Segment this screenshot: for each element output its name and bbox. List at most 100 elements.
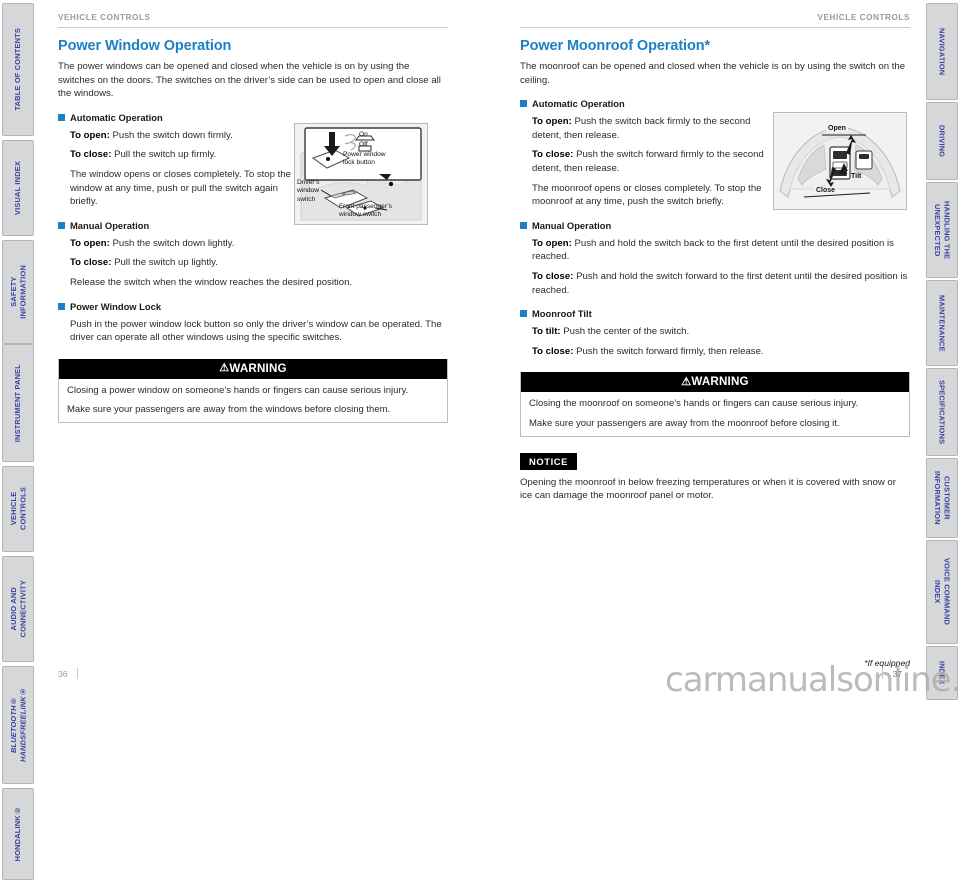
page-number-left: 36 — [58, 668, 68, 679]
figure-callout-drivers-window-switch: Driver’s window switch — [297, 179, 320, 203]
manual-note: Release the switch when the window reach… — [70, 276, 353, 288]
sidebar-tab-driving[interactable]: DRIVING — [926, 102, 958, 180]
to-open-text: Push the switch down firmly. — [109, 129, 233, 141]
subsection-automatic-operation-left: Automatic Operation — [58, 112, 448, 123]
left-tab-rail-continued: BLUETOOTH® HANDSFREELINK® HONDALINK® — [0, 0, 36, 880]
subsection-moonroof-tilt: Moonroof Tilt — [520, 308, 910, 319]
to-close-label: To close: — [70, 257, 112, 269]
figure-callout-front-passengers-window-switch: Front passenger’s window switch — [339, 203, 392, 219]
folio-right: 37 — [882, 668, 902, 679]
subsection-label: Manual Operation — [532, 219, 612, 231]
warning-heading-left: ⚠ WARNING — [59, 358, 447, 379]
to-close-text: Pull the switch up lightly. — [111, 257, 218, 269]
subsection-label: Moonroof Tilt — [532, 308, 592, 320]
sidebar-tab-customer-information[interactable]: CUSTOMER INFORMATION — [926, 458, 958, 538]
to-close-text: Pull the switch up firmly. — [111, 149, 217, 161]
bullet-square-icon — [58, 302, 65, 310]
to-close-line: To close: Pull the switch up lightly. — [70, 256, 448, 270]
figure-callout-off: Off — [359, 141, 368, 148]
subsection-power-window-lock: Power Window Lock — [58, 301, 448, 312]
subsection-automatic-operation-right: Automatic Operation — [520, 98, 910, 109]
header-rule-right — [520, 27, 910, 28]
right-tab-rail: NAVIGATION DRIVING HANDLING THE UNEXPECT… — [924, 0, 960, 703]
warning-body-right: Closing the moonroof on someone’s hands … — [521, 392, 909, 436]
to-close-line: To close: Push the switch forward firmly… — [532, 345, 910, 359]
warning-line: Make sure your passengers are away from … — [67, 403, 391, 415]
to-open-line: To open: Push the switch back firmly to … — [532, 115, 767, 142]
sidebar-tab-hondalink[interactable]: HONDALINK® — [2, 788, 34, 880]
folio-divider — [76, 668, 78, 679]
automatic-note: The moonroof opens or closes completely.… — [532, 182, 762, 208]
to-close-line: To close: Push the switch forward firmly… — [532, 148, 767, 175]
right-page-column: VEHICLE CONTROLS Power Moonroof Operatio… — [520, 0, 910, 668]
sidebar-tab-voice-command-index[interactable]: VOICE COMMAND INDEX — [926, 540, 958, 644]
intro-paragraph-left: The power windows can be opened and clos… — [58, 61, 441, 100]
sidebar-tab-label: HONDALINK® — [13, 806, 23, 862]
sidebar-tab-label: CUSTOMER INFORMATION — [933, 471, 952, 525]
sidebar-tab-label: HANDLING THE UNEXPECTED — [933, 200, 952, 260]
warning-body-left: Closing a power window on someone’s hand… — [59, 378, 447, 423]
warning-triangle-icon: ⚠ — [681, 375, 692, 388]
warning-box-left: ⚠ WARNING Closing a power window on someo… — [58, 358, 448, 424]
subsection-label: Automatic Operation — [532, 98, 625, 110]
to-tilt-label: To tilt: — [532, 326, 561, 338]
power-window-lock-body: Push in the power window lock button so … — [70, 318, 448, 345]
moonroof-tilt-body: To tilt: Push the center of the switch. … — [532, 325, 910, 358]
to-close-text: Push the switch forward firmly, then rel… — [573, 345, 764, 357]
to-open-text: Push the switch down lightly. — [109, 237, 235, 249]
site-watermark: carmanualsonline.info — [665, 660, 960, 700]
figure-callout-power-window-lock-button: Power window lock button — [343, 151, 386, 167]
warning-line: Closing a power window on someone’s hand… — [67, 384, 409, 396]
warning-heading-label: WARNING — [691, 375, 749, 389]
notice-badge: NOTICE — [520, 452, 578, 470]
manual-operation-body-right: To open: Push and hold the switch back t… — [532, 237, 910, 297]
to-close-text: Push and hold the switch forward to the … — [532, 270, 908, 296]
to-open-label: To open: — [532, 237, 572, 249]
sidebar-tab-label: MAINTENANCE — [937, 294, 947, 352]
warning-box-right: ⚠ WARNING Closing the moonroof on someone… — [520, 372, 910, 437]
sidebar-tab-handling-the-unexpected[interactable]: HANDLING THE UNEXPECTED — [926, 182, 958, 278]
power-window-switch-illustration: On Off Power window lock button Driver’s… — [294, 123, 428, 225]
to-open-label: To open: — [532, 116, 572, 128]
bullet-square-icon — [58, 113, 65, 121]
to-open-line: To open: Push the switch down lightly. — [70, 237, 448, 251]
page-title-power-moonroof: Power Moonroof Operation* — [520, 38, 711, 54]
to-open-label: To open: — [70, 237, 110, 249]
page-number-right: 37 — [892, 668, 902, 679]
to-open-text: Push and hold the switch back to the fir… — [532, 237, 894, 263]
sidebar-tab-label: SPECIFICATIONS — [937, 379, 947, 445]
lock-text: Push in the power window lock button so … — [70, 318, 442, 344]
subsection-label: Manual Operation — [70, 219, 150, 231]
to-open-label: To open: — [70, 129, 110, 141]
warning-triangle-icon: ⚠ — [219, 362, 230, 375]
to-tilt-text: Push the center of the switch. — [560, 326, 690, 338]
sidebar-tab-bluetooth-handsfreelink[interactable]: BLUETOOTH® HANDSFREELINK® — [2, 666, 34, 784]
bullet-square-icon — [58, 221, 65, 229]
sidebar-tab-label: DRIVING — [937, 124, 947, 158]
moonroof-switch-illustration: Open Close Tilt — [773, 112, 907, 210]
figure-callout-close: Close — [814, 187, 838, 194]
folio-left: 36 — [58, 668, 78, 679]
sidebar-tab-label: BLUETOOTH® HANDSFREELINK® — [8, 687, 27, 763]
bullet-square-icon — [520, 221, 527, 229]
notice-text: Opening the moonroof in below freezing t… — [520, 476, 896, 502]
header-rule-left — [58, 27, 448, 28]
sidebar-tab-specifications[interactable]: SPECIFICATIONS — [926, 368, 958, 456]
subsection-label: Automatic Operation — [70, 111, 163, 123]
sidebar-tab-navigation[interactable]: NAVIGATION — [926, 3, 958, 100]
to-close-label: To close: — [70, 149, 112, 161]
warning-line: Make sure your passengers are away from … — [529, 417, 840, 429]
notice-box: NOTICE Opening the moonroof in below fre… — [520, 452, 910, 503]
warning-heading-label: WARNING — [229, 361, 287, 375]
subsection-label: Power Window Lock — [70, 300, 162, 312]
figure-callout-tilt: Tilt — [851, 173, 862, 180]
figure-callout-open: Open — [826, 125, 848, 132]
manual-operation-body-left: To open: Push the switch down lightly. T… — [70, 237, 448, 290]
to-open-line: To open: Push and hold the switch back t… — [532, 237, 910, 264]
to-close-line: To close: Push and hold the switch forwa… — [532, 270, 910, 297]
sidebar-tab-maintenance[interactable]: MAINTENANCE — [926, 280, 958, 366]
to-tilt-line: To tilt: Push the center of the switch. — [532, 325, 910, 339]
manual-page: TABLE OF CONTENTS VISUAL INDEX SAFETY IN… — [0, 0, 960, 880]
warning-line: Closing the moonroof on someone’s hands … — [529, 398, 859, 410]
folio-divider — [882, 668, 884, 679]
